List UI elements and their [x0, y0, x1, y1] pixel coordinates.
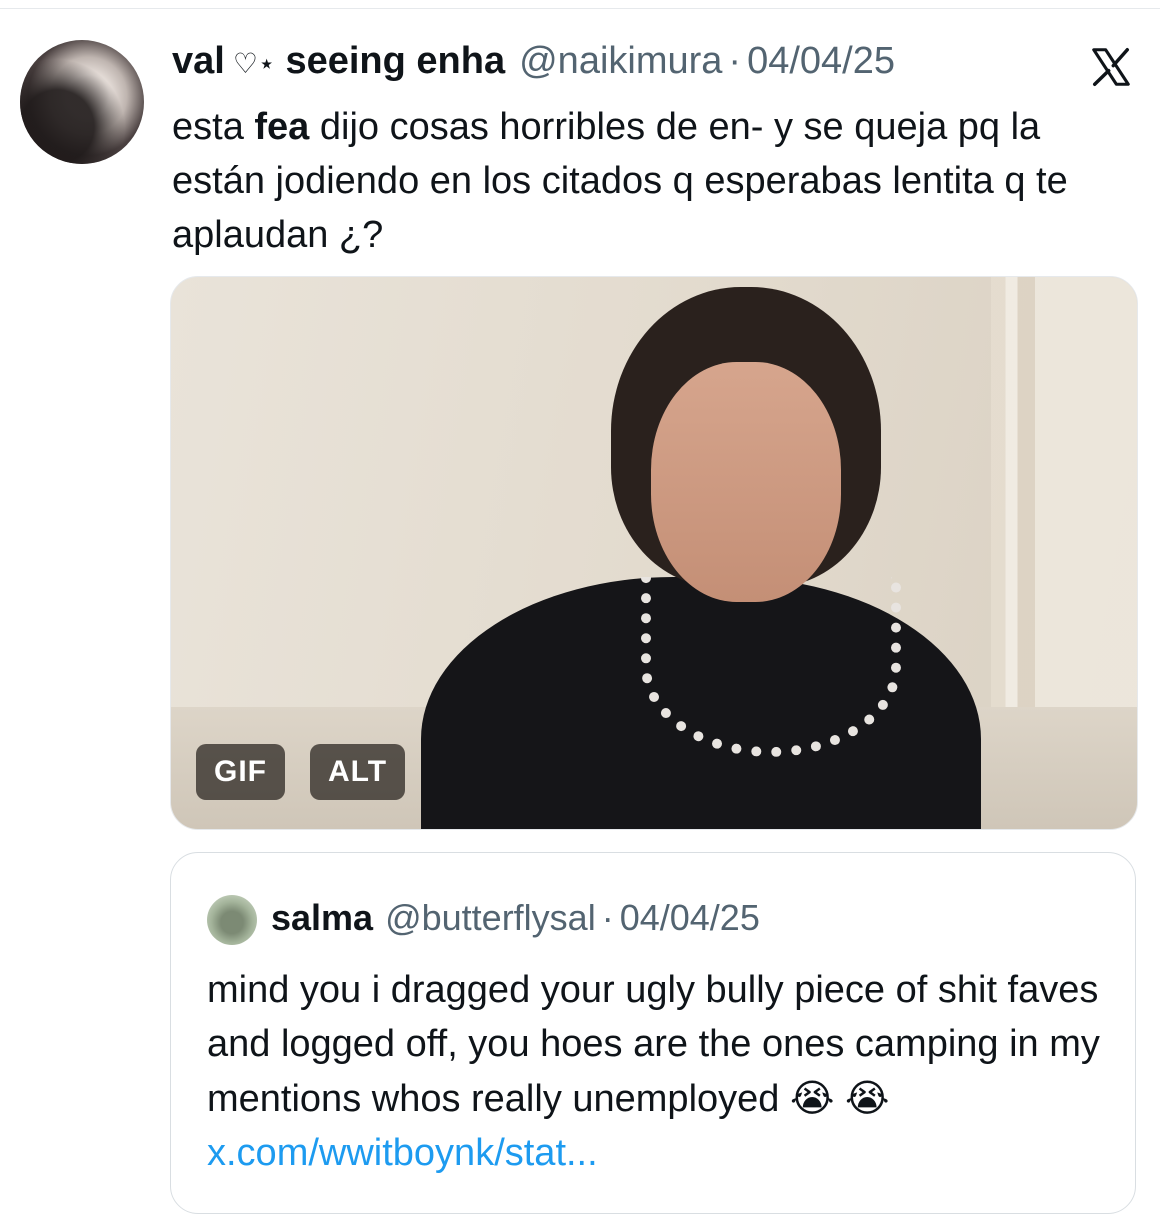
gif-badge: GIF — [196, 744, 285, 800]
tweet-header: val ♡⋆ seeing enha @naikimura · 04/04/25 — [172, 40, 895, 88]
alt-button[interactable]: ALT — [310, 744, 406, 800]
quote-display-name[interactable]: salma — [271, 897, 373, 939]
tweet-text: esta fea dijo cosas horribles de en- y s… — [172, 100, 1132, 262]
quote-text-body: mind you i dragged your ugly bully piece… — [207, 969, 1100, 1120]
tweet-date[interactable]: 04/04/25 — [747, 40, 895, 83]
quote-date[interactable]: 04/04/25 — [620, 897, 760, 939]
person-face — [651, 362, 841, 602]
quote-link[interactable]: x.com/wwitboynk/stat... — [207, 1132, 598, 1174]
avatar-image — [20, 40, 144, 164]
quote-separator-dot: · — [601, 897, 614, 938]
tweet-text-bold: fea — [254, 106, 310, 148]
blouse-embroidery — [641, 577, 901, 757]
author-avatar[interactable] — [20, 40, 144, 164]
name-decoration: ♡⋆ — [232, 48, 276, 79]
separator-dot: · — [728, 40, 742, 82]
crying-emoji-icon: 😭 — [844, 1076, 890, 1120]
quote-text: mind you i dragged your ugly bully piece… — [207, 963, 1107, 1180]
display-name-suffix[interactable]: seeing enha — [285, 40, 505, 83]
quote-handle[interactable]: @butterflysal — [385, 897, 596, 939]
quote-header: salma @butterflysal · 04/04/25 — [271, 897, 760, 939]
x-logo-icon[interactable] — [1088, 44, 1134, 90]
top-divider — [0, 8, 1160, 9]
handle[interactable]: @naikimura — [519, 40, 722, 83]
crying-emoji-icon: 😭 — [789, 1076, 835, 1120]
tweet-text-part1: esta — [172, 106, 255, 148]
quote-tweet[interactable]: salma @butterflysal · 04/04/25 mind you … — [170, 852, 1136, 1214]
display-name[interactable]: val — [172, 40, 225, 83]
quote-author-avatar[interactable] — [207, 895, 257, 945]
